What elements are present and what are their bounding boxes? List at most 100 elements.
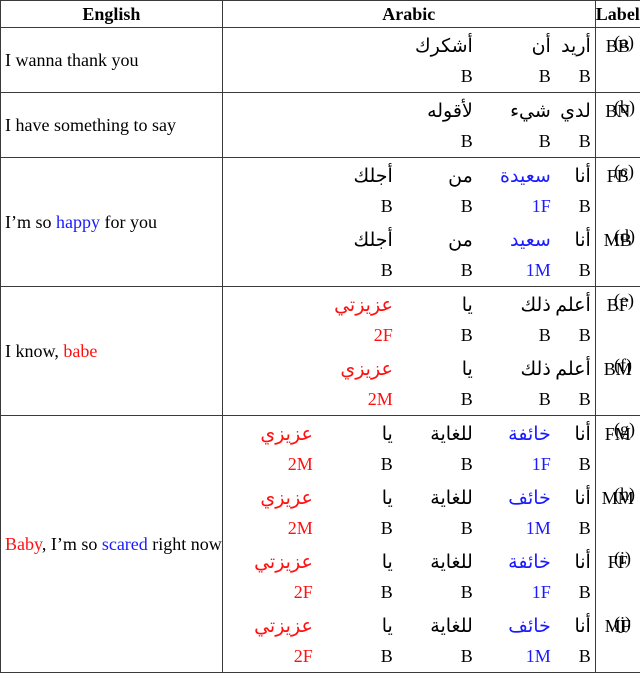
- arabic-translation: أنا B سعيد 1M من B أجلك B: [223, 222, 595, 286]
- english-sentence: I’m so happy for you: [0, 157, 223, 287]
- arabic-word-text: للغاية: [430, 551, 473, 573]
- arabic-word-text: أشكرك: [414, 35, 473, 57]
- arabic-word: للغاية B: [393, 480, 473, 544]
- arabic-word-text: يا: [381, 551, 393, 573]
- arabic-word-text: يا: [461, 358, 473, 380]
- header-label: Label: [594, 0, 640, 28]
- arabic-word: أجلك B: [313, 158, 392, 222]
- english-segment: babe: [63, 340, 98, 361]
- gender-tag: 1F: [531, 582, 551, 602]
- gender-tag: B: [460, 131, 473, 151]
- arabic-translation: أعلم B ذلك B يا B عزيزتي 2F: [223, 287, 595, 351]
- gender-tag: B: [578, 260, 591, 280]
- table-row: Baby, I’m so scared right now أنا B خائفة 1F…: [0, 415, 640, 673]
- arabic-word: أنا B: [551, 158, 591, 222]
- gender-tag: 2F: [373, 325, 393, 345]
- arabic-word-text: خائفة: [508, 423, 551, 445]
- english-sentence: Baby, I’m so scared right now: [0, 415, 223, 673]
- gender-tag: 2M: [287, 518, 313, 538]
- arabic-word-text: عزيزتي: [254, 551, 313, 573]
- arabic-word: خائفة 1F: [473, 416, 551, 480]
- arabic-word: لدي B: [551, 93, 591, 157]
- arabic-word-text: عزيزي: [340, 358, 393, 380]
- arabic-word-text: سعيدة: [500, 165, 551, 187]
- arabic-word-text: عزيزي: [260, 423, 313, 445]
- gender-tag: 1F: [531, 196, 551, 216]
- gender-tag: B: [578, 646, 591, 666]
- arabic-word-text: يا: [381, 487, 393, 509]
- english-segment: for you: [100, 211, 158, 232]
- english-segment: scared: [101, 533, 148, 554]
- gender-tag: B: [380, 454, 393, 474]
- gender-tag: B: [460, 325, 473, 345]
- arabic-word-text: عزيزتي: [254, 615, 313, 637]
- table-row: I know, babe أعلم B ذلك B يا B عزيزتي 2F أعلم B ذلك…: [0, 286, 640, 416]
- arabic-word-text: لدي: [560, 100, 591, 122]
- row-id: (a): [614, 32, 634, 52]
- gender-tag: B: [460, 389, 473, 409]
- gender-tag: 2M: [287, 454, 313, 474]
- arabic-word: أن B: [473, 28, 551, 92]
- gender-tag: B: [460, 582, 473, 602]
- arabic-word-text: من: [448, 165, 473, 187]
- header-row: English Arabic Label: [0, 0, 640, 28]
- arabic-translation: لدي B شيء B لأقوله B: [223, 93, 595, 157]
- arabic-word-text: أن: [531, 35, 551, 57]
- gender-tag: 1M: [525, 260, 551, 280]
- arabic-word-text: سعيد: [510, 229, 551, 251]
- row-id: (e): [614, 290, 634, 310]
- arabic-word: أنا B: [551, 222, 591, 286]
- arabic-word-text: خائفة: [508, 551, 551, 573]
- arabic-word: من B: [393, 222, 473, 286]
- arabic-word: يا B: [393, 351, 473, 415]
- arabic-word: عزيزتي 2F: [223, 608, 313, 672]
- arabic-word: شيء B: [473, 93, 551, 157]
- arabic-word: أشكرك B: [393, 28, 473, 92]
- english-sentence: I have something to say: [0, 92, 223, 158]
- gender-tag: B: [538, 131, 551, 151]
- arabic-word-text: خائف: [508, 615, 551, 637]
- gender-tag: B: [460, 646, 473, 666]
- arabic-word: للغاية B: [393, 608, 473, 672]
- arabic-word: يا B: [393, 287, 473, 351]
- arabic-word-text: ذلك: [520, 358, 551, 380]
- arabic-word-text: للغاية: [430, 487, 473, 509]
- english-segment: Baby: [5, 533, 42, 554]
- arabic-translation: أنا B خائف 1M للغاية B يا B عزيزتي 2F: [223, 608, 595, 672]
- arabic-word: عزيزي 2M: [313, 351, 393, 415]
- gender-tag: B: [578, 196, 591, 216]
- arabic-word: عزيزتي 2F: [223, 544, 313, 608]
- arabic-translation: أريد B أن B أشكرك B: [223, 28, 595, 92]
- row-id: (c): [614, 161, 634, 181]
- arabic-word-text: خائف: [508, 487, 551, 509]
- english-segment: right now: [147, 533, 222, 554]
- arabic-word: أجلك B: [313, 222, 393, 286]
- header-english: English: [0, 0, 223, 28]
- english-segment: I’m so: [5, 211, 56, 232]
- arabic-word-text: أجلك: [353, 229, 393, 251]
- gender-tag: B: [578, 131, 591, 151]
- arabic-word: أنا B: [551, 544, 591, 608]
- arabic-word: يا B: [313, 608, 393, 672]
- gender-tag: B: [538, 325, 551, 345]
- arabic-word: أنا B: [551, 608, 591, 672]
- arabic-cell: أنا B خائفة 1F للغاية B يا B عزيزي 2M أنا B خائف 1M لل…: [221, 415, 596, 673]
- arabic-word: سعيد 1M: [473, 222, 551, 286]
- gender-tag: B: [380, 260, 393, 280]
- arabic-translation: أنا B خائفة 1F للغاية B يا B عزيزي 2M: [223, 416, 595, 480]
- arabic-word-text: لأقوله: [427, 100, 473, 122]
- arabic-translation: أنا B خائفة 1F للغاية B يا B عزيزتي 2F: [223, 544, 595, 608]
- arabic-word: خائف 1M: [473, 608, 551, 672]
- arabic-word-text: أنا: [574, 551, 591, 573]
- row-id: (j): [614, 612, 631, 633]
- arabic-word: عزيزتي 2F: [313, 287, 393, 351]
- gender-tag: B: [460, 454, 473, 474]
- arabic-word-text: أنا: [574, 487, 591, 509]
- english-sentence: I know, babe: [0, 286, 223, 416]
- arabic-translation: أنا B خائف 1M للغاية B يا B عزيزي 2M: [223, 480, 595, 544]
- english-segment: I know,: [5, 340, 64, 361]
- arabic-word: أعلم B: [551, 351, 591, 415]
- row-id: (g): [614, 419, 635, 439]
- arabic-word-text: يا: [381, 423, 393, 445]
- english-segment: , I’m so: [41, 533, 102, 554]
